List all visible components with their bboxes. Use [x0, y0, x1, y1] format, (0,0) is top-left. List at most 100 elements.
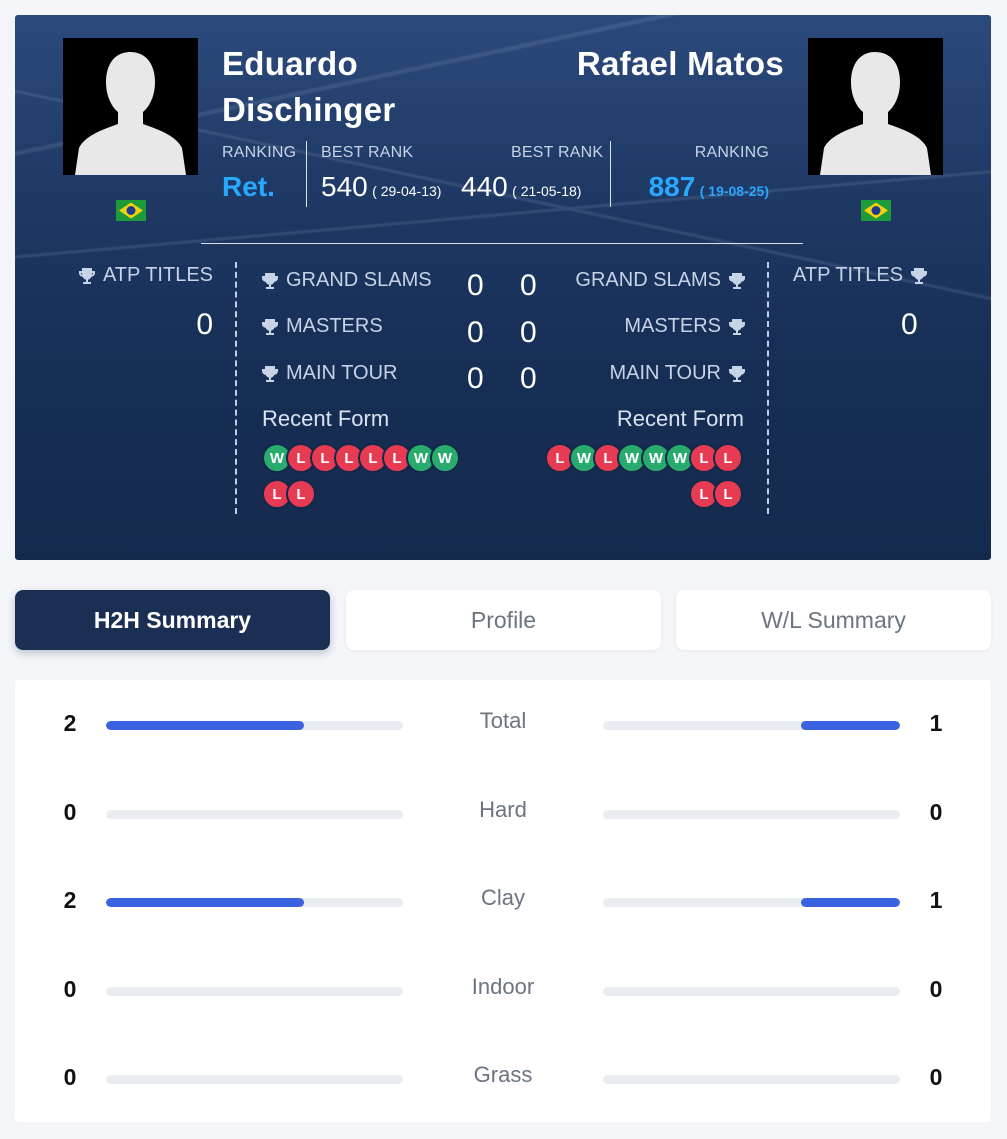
form-badge-loss: L [713, 443, 743, 473]
h2h-category-label: Grass [473, 1062, 533, 1087]
player2-ranking-date: ( 19-08-25) [699, 183, 769, 199]
h2h-category-label: Indoor [471, 973, 535, 999]
player2-bar-track [603, 898, 900, 907]
player2-grand-slams-label: GRAND SLAMS [575, 269, 745, 292]
player2-grand-slams-value: 0 [520, 269, 537, 302]
player2-avatar [808, 38, 943, 175]
h2h-category-label: Total [479, 708, 527, 733]
h2h-summary-panel: 2 Total 1 0 Hard 0 2 Clay 1 0 Indoor 0 0 Grass 0 [15, 680, 991, 1122]
trophy-icon [729, 365, 745, 382]
player1-best-rank: 540 ( 29-04-13) [321, 171, 441, 203]
player2-masters-value: 0 [520, 316, 537, 349]
player1-best-rank-date: ( 29-04-13) [372, 183, 442, 199]
player1-ranking-label: RANKING [222, 144, 297, 161]
h2h-row-clay: 2 Clay 1 [15, 882, 991, 922]
player1-name-last[interactable]: Dischinger [222, 87, 396, 133]
player1-brazil-flag-icon [116, 200, 146, 221]
player2-main-tour-label: MAIN TOUR [609, 362, 745, 385]
player2-main-tour-value: 0 [520, 362, 537, 395]
player1-grand-slams-label: GRAND SLAMS [262, 269, 432, 292]
player1-count: 2 [63, 887, 77, 913]
player2-count: 1 [929, 887, 943, 913]
trophy-icon [262, 272, 278, 289]
player1-masters-value: 0 [467, 316, 484, 349]
player2-recent-form-label: Recent Form [616, 406, 744, 431]
player-comparison-header: Eduardo Dischinger RANKING Ret. BEST RAN… [15, 15, 991, 560]
main-tour-text: MAIN TOUR [609, 362, 722, 384]
form-badge-loss: L [713, 479, 743, 509]
trophy-icon [729, 318, 745, 335]
tab-wl-summary[interactable]: W/L Summary [676, 590, 991, 650]
trophy-icon [729, 272, 745, 289]
player1-count: 0 [63, 798, 77, 825]
player1-bar-fill [106, 898, 305, 907]
divider [610, 141, 611, 207]
player1-main-tour-label: MAIN TOUR [262, 362, 398, 385]
h2h-row-hard: 0 Hard 0 [15, 794, 991, 834]
player2-brazil-flag-icon [861, 200, 891, 221]
trophy-icon [262, 318, 278, 335]
tab-profile[interactable]: Profile [346, 590, 661, 650]
atp-titles-text: ATP TITLES [793, 264, 904, 286]
player1-name-first[interactable]: Eduardo [222, 41, 358, 87]
dashed-divider [235, 262, 237, 514]
player1-main-tour-value: 0 [467, 362, 484, 395]
player1-grand-slams-value: 0 [467, 269, 484, 302]
form-badge-win: W [430, 443, 460, 473]
divider [306, 141, 307, 207]
player2-atp-titles-value: 0 [901, 308, 918, 341]
masters-text: MASTERS [624, 315, 721, 337]
player2-bar-track [603, 809, 900, 819]
atp-titles-text: ATP TITLES [102, 264, 213, 286]
player2-bar-track [603, 986, 900, 996]
player1-bar-fill [106, 721, 305, 730]
player1-atp-titles-value: 0 [196, 308, 213, 341]
h2h-category-label: Clay [480, 885, 525, 910]
player1-atp-titles-label: ATP TITLES [78, 264, 213, 287]
trophy-icon [262, 365, 278, 382]
player1-bar-track [106, 809, 403, 819]
player1-recent-form-label: Recent Form [262, 406, 390, 431]
player1-bar-track [106, 721, 403, 730]
player2-ranking-label: RANKING [694, 144, 769, 161]
player2-best-rank-label: BEST RANK [511, 144, 604, 161]
main-tour-text: MAIN TOUR [286, 362, 398, 384]
player1-count: 0 [63, 975, 77, 1002]
masters-text: MASTERS [286, 315, 383, 337]
player2-count: 0 [929, 798, 943, 825]
player2-best-rank: 440 ( 21-05-18) [461, 171, 581, 203]
player1-count: 0 [63, 1064, 77, 1090]
player2-name[interactable]: Rafael Matos [577, 41, 784, 87]
player1-bar-track [106, 1075, 403, 1084]
trophy-icon [911, 267, 928, 284]
player2-count: 0 [929, 975, 943, 1002]
dashed-divider [767, 262, 769, 514]
player2-best-rank-date: ( 21-05-18) [512, 183, 582, 199]
h2h-row-indoor: 0 Indoor 0 [15, 971, 991, 1011]
player2-bar-fill [801, 721, 900, 730]
player1-avatar [63, 38, 198, 175]
player1-masters-label: MASTERS [262, 315, 383, 338]
h2h-row-grass: 0 Grass 0 [15, 1059, 991, 1099]
player1-best-rank-label: BEST RANK [321, 144, 414, 161]
player2-best-rank-value: 440 [461, 171, 508, 202]
trophy-icon [78, 267, 95, 284]
player2-ranking-value: 887 [648, 171, 696, 202]
h2h-category-label: Hard [479, 796, 527, 822]
player1-ranking-value: Ret. [222, 171, 275, 202]
player1-count: 2 [63, 710, 77, 736]
player1-bar-track [106, 986, 403, 996]
player2-bar-fill [801, 898, 900, 907]
player1-best-rank-value: 540 [321, 171, 368, 202]
form-badge-loss: L [286, 479, 316, 509]
tab-h2h-summary[interactable]: H2H Summary [15, 590, 330, 650]
player2-masters-label: MASTERS [624, 315, 745, 338]
player1-bar-track [106, 898, 403, 907]
player2-bar-track [603, 1075, 900, 1084]
player2-bar-track [603, 721, 900, 730]
player2-atp-titles-label: ATP TITLES [793, 264, 928, 287]
header-divider [201, 243, 803, 244]
grand-slams-text: GRAND SLAMS [286, 269, 432, 291]
player2-count: 0 [929, 1064, 943, 1090]
grand-slams-text: GRAND SLAMS [575, 269, 721, 291]
